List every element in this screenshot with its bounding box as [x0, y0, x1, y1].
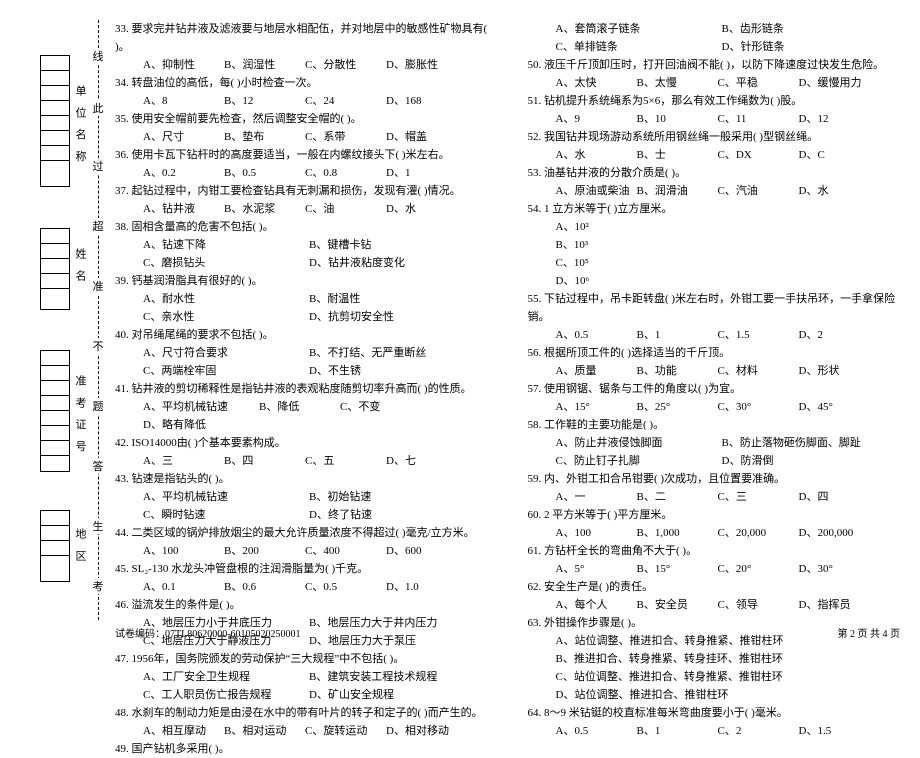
- q44-stem: 44. 二类区域的锅炉排放烟尘的最大允许质量浓度不得超过( )毫克/立方米。: [115, 524, 488, 542]
- q47-stem: 47. 1956年，国务院颁发的劳动保护“三大规程”中不包括( )。: [115, 650, 488, 668]
- field-box-area: [40, 510, 70, 582]
- q41-opts: A、平均机械钻速B、降低C、不变D、略有降低: [115, 398, 488, 434]
- q61-stem: 61. 方钻杆全长的弯曲角不大于( )。: [528, 542, 901, 560]
- q45-stem: 45. SL₂-130 水龙头冲管盘根的注润滑脂量为( )千克。: [115, 560, 488, 578]
- marker: 准: [92, 278, 104, 294]
- q53-stem: 53. 油基钻井液的分散介质是( )。: [528, 164, 901, 182]
- marker: 过: [92, 158, 104, 174]
- label-name: 姓 名: [72, 248, 88, 285]
- marker: 题: [92, 398, 104, 414]
- q49-stem: 49. 国产钻机多采用( )。: [115, 740, 488, 758]
- field-box-unit: [40, 55, 70, 187]
- q59-stem: 59. 内、外钳工扣合吊钳要( )次成功，且位置要准确。: [528, 470, 901, 488]
- q39-opts: A、耐水性B、耐温性: [115, 290, 488, 308]
- q56-stem: 56. 根据所顶工件的( )选择适当的千斤顶。: [528, 344, 901, 362]
- q59-opts: A、一B、二C、三D、四: [528, 488, 901, 506]
- q51-stem: 51. 钻机提升系统绳系为5×6，那么有效工作绳数为( )股。: [528, 92, 901, 110]
- q49-opts: A、套筒滚子链条B、齿形链条: [528, 20, 901, 38]
- q63d: D、站位调整、推进扣合、推钳柱环: [528, 686, 901, 704]
- q37-opts: A、钻井液B、水泥浆C、油D、水: [115, 200, 488, 218]
- q62-opts: A、每个人B、安全员C、领导D、指挥员: [528, 596, 901, 614]
- q58-opts: A、防止井液侵蚀脚面B、防止落物砸伤脚面、脚趾: [528, 434, 901, 452]
- q63b: B、推进扣合、转身推紧、转身挂环、推钳柱环: [528, 650, 901, 668]
- q33-opts: A、抑制性B、润湿性C、分散性D、膨胀性: [115, 56, 488, 74]
- q40-stem: 40. 对吊绳尾绳的要求不包括( )。: [115, 326, 488, 344]
- label-exam: 准 考 证 号: [72, 375, 88, 455]
- binding-margin: 单 位 名 称 姓 名 准 考 证 号 地 区: [0, 0, 110, 650]
- q61-opts: A、5°B、15°C、20°D、30°: [528, 560, 901, 578]
- q39-stem: 39. 钙基润滑脂具有很好的( )。: [115, 272, 488, 290]
- marker: 生: [92, 518, 104, 534]
- right-column: A、套筒滚子链条B、齿形链条 C、单排链条D、针形链条 50. 液压千斤顶卸压时…: [508, 20, 901, 620]
- q58-stem: 58. 工作鞋的主要功能是( )。: [528, 416, 901, 434]
- q54-opts: A、10²: [528, 218, 901, 236]
- page-footer: 试卷编码：07TL80620000-60105020250001 第 2 页 共…: [115, 625, 900, 640]
- marker: 此: [92, 100, 104, 116]
- q54-stem: 54. 1 立方米等于( )立方厘米。: [528, 200, 901, 218]
- q48-opts: A、相互摩动B、相对运动C、旋转运动D、相对移动: [115, 722, 488, 740]
- q41-stem: 41. 钻井液的剪切稀释性是指钻井液的表观粘度随剪切率升高而( )的性质。: [115, 380, 488, 398]
- label-area: 地 区: [72, 528, 88, 565]
- left-column: 33. 要求完井钻井液及滤液要与地层水相配伍，并对地层中的敏感性矿物具有( )。…: [115, 20, 508, 620]
- marker: 线: [92, 48, 104, 64]
- marker: 答: [92, 458, 104, 474]
- q51-opts: A、9B、10C、11D、12: [528, 110, 901, 128]
- q57-stem: 57. 使用钢锯、锯条与工件的角度以( )为宜。: [528, 380, 901, 398]
- q38-opts: A、钻速下降B、键槽卡钻: [115, 236, 488, 254]
- footer-page: 第 2 页 共 4 页: [838, 625, 901, 640]
- q46-stem: 46. 溢流发生的条件是( )。: [115, 596, 488, 614]
- q45-opts: A、0.1B、0.6C、0.5D、1.0: [115, 578, 488, 596]
- q34-opts: A、8B、12C、24D、168: [115, 92, 488, 110]
- marker: 考: [92, 578, 104, 594]
- q42-stem: 42. ISO14000由( )个基本要素构成。: [115, 434, 488, 452]
- q64-stem: 64. 8～9 米钻铤的校直标准每米弯曲度要小于( )毫米。: [528, 704, 901, 722]
- marker: 超: [92, 218, 104, 234]
- q57-opts: A、15°B、25°C、30°D、45°: [528, 398, 901, 416]
- q55-stem: 55. 下钻过程中，吊卡距转盘( )米左右时，外钳工要一手扶吊环，一手拿保险销。: [528, 290, 901, 326]
- footer-code: 试卷编码：07TL80620000-60105020250001: [115, 625, 301, 640]
- q52-stem: 52. 我国钻井现场游动系统所用钢丝绳一般采用( )型钢丝绳。: [528, 128, 901, 146]
- q56-opts: A、质量B、功能C、材料D、形状: [528, 362, 901, 380]
- q52-opts: A、水B、士C、DXD、C: [528, 146, 901, 164]
- q48-stem: 48. 水刹车的制动力矩是由浸在水中的带有叶片的转子和定子的( )而产生的。: [115, 704, 488, 722]
- question-content: 33. 要求完井钻井液及滤液要与地层水相配伍，并对地层中的敏感性矿物具有( )。…: [115, 20, 900, 620]
- q60-opts: A、100B、1,000C、20,000D、200,000: [528, 524, 901, 542]
- field-box-exam: [40, 350, 70, 472]
- q50-stem: 50. 液压千斤顶卸压时，打开回油阀不能( )，以防下降速度过快发生危险。: [528, 56, 901, 74]
- q55-opts: A、0.5B、1C、1.5D、2: [528, 326, 901, 344]
- q60-stem: 60. 2 平方米等于( )平方厘米。: [528, 506, 901, 524]
- q37-stem: 37. 起钻过程中，内钳工要检查钻具有无刺漏和损伤，发现有灌( )情况。: [115, 182, 488, 200]
- q63c: C、站位调整、推进扣合、转身推紧、推钳柱环: [528, 668, 901, 686]
- q53-opts: A、原油或柴油B、润滑油C、汽油D、水: [528, 182, 901, 200]
- q43-stem: 43. 钻速是指钻头的( )。: [115, 470, 488, 488]
- q35-stem: 35. 使用安全帽前要先检查，然后调整安全帽的( )。: [115, 110, 488, 128]
- q42-opts: A、三B、四C、五D、七: [115, 452, 488, 470]
- marker: 不: [92, 338, 104, 354]
- q64-opts: A、0.5B、1C、2D、1.5: [528, 722, 901, 740]
- q33-stem: 33. 要求完井钻井液及滤液要与地层水相配伍，并对地层中的敏感性矿物具有( )。: [115, 20, 488, 56]
- field-box-name: [40, 228, 70, 310]
- q34-stem: 34. 转盘油位的高低，每( )小时检查一次。: [115, 74, 488, 92]
- q47-opts: A、工厂安全卫生规程B、建筑安装工程技术规程: [115, 668, 488, 686]
- label-unit: 单 位 名 称: [72, 85, 88, 165]
- q35-opts: A、尺寸B、垫布C、系带D、帽盖: [115, 128, 488, 146]
- q36-opts: A、0.2B、0.5C、0.8D、1: [115, 164, 488, 182]
- q40-opts: A、尺寸符合要求B、不打结、无严重断丝: [115, 344, 488, 362]
- q50-opts: A、太快B、太慢C、平稳D、缓慢用力: [528, 74, 901, 92]
- q36-stem: 36. 使用卡瓦下钻杆时的高度要适当，一般在内螺纹接头下( )米左右。: [115, 146, 488, 164]
- q38-stem: 38. 固相含量高的危害不包括( )。: [115, 218, 488, 236]
- q43-opts: A、平均机械钻速B、初始钻速: [115, 488, 488, 506]
- q44-opts: A、100B、200C、400D、600: [115, 542, 488, 560]
- q62-stem: 62. 安全生产是( )的责任。: [528, 578, 901, 596]
